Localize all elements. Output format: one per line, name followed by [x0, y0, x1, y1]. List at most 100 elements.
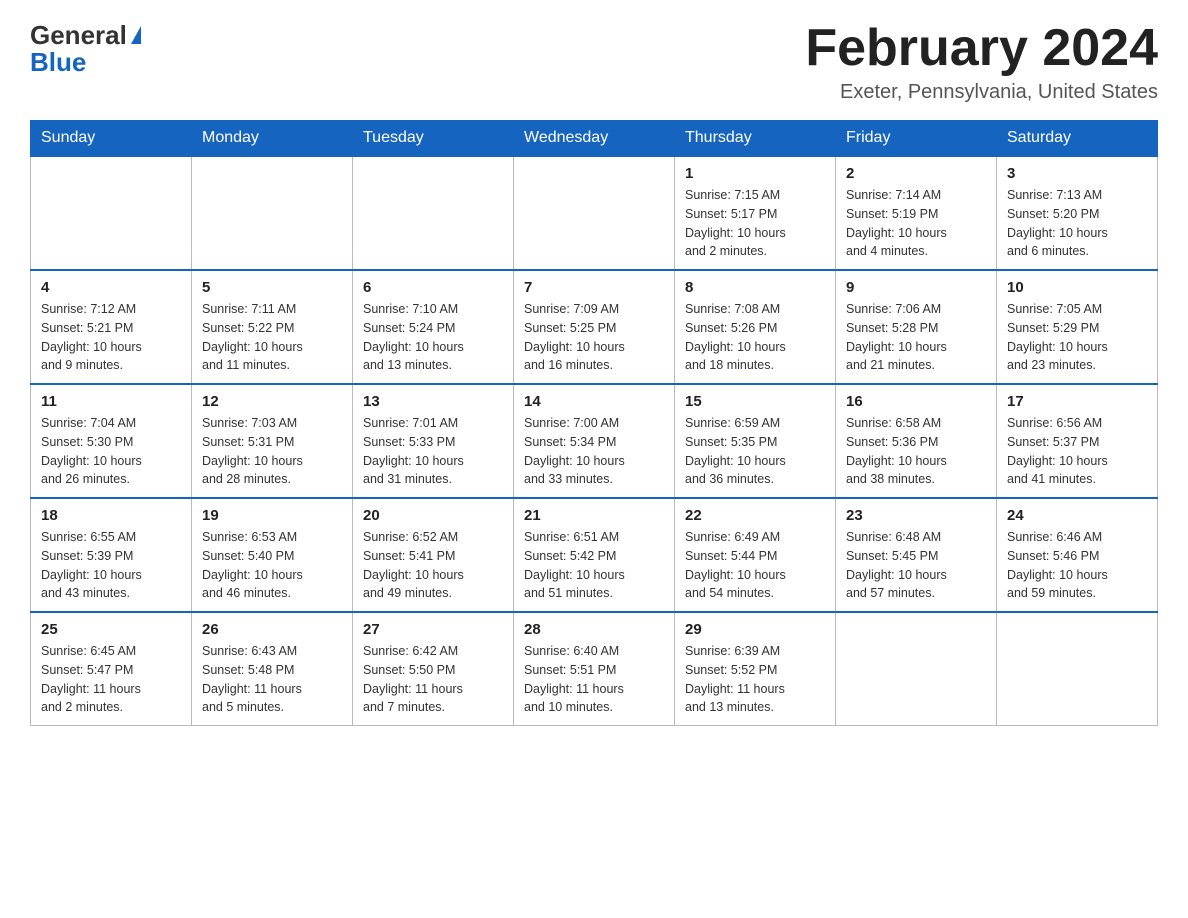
calendar-cell: 8 Sunrise: 7:08 AMSunset: 5:26 PMDaylight… — [675, 270, 836, 384]
calendar-header-row: SundayMondayTuesdayWednesdayThursdayFrid… — [31, 121, 1158, 157]
day-number: 21 — [524, 507, 664, 524]
calendar-cell: 24 Sunrise: 6:46 AMSunset: 5:46 PMDayligh… — [997, 498, 1158, 612]
day-info: Sunrise: 6:46 AMSunset: 5:46 PMDaylight:… — [1007, 528, 1147, 603]
calendar-cell: 6 Sunrise: 7:10 AMSunset: 5:24 PMDaylight… — [353, 270, 514, 384]
calendar-cell: 25 Sunrise: 6:45 AMSunset: 5:47 PMDayligh… — [31, 612, 192, 726]
day-number: 25 — [41, 621, 181, 638]
calendar-cell: 29 Sunrise: 6:39 AMSunset: 5:52 PMDayligh… — [675, 612, 836, 726]
column-header-friday: Friday — [836, 121, 997, 157]
day-info: Sunrise: 6:55 AMSunset: 5:39 PMDaylight:… — [41, 528, 181, 603]
location-subtitle: Exeter, Pennsylvania, United States — [805, 81, 1158, 104]
day-number: 10 — [1007, 279, 1147, 296]
calendar-table: SundayMondayTuesdayWednesdayThursdayFrid… — [30, 120, 1158, 726]
calendar-cell: 21 Sunrise: 6:51 AMSunset: 5:42 PMDayligh… — [514, 498, 675, 612]
day-info: Sunrise: 7:10 AMSunset: 5:24 PMDaylight:… — [363, 300, 503, 375]
calendar-cell: 1 Sunrise: 7:15 AMSunset: 5:17 PMDaylight… — [675, 156, 836, 270]
day-info: Sunrise: 6:42 AMSunset: 5:50 PMDaylight:… — [363, 642, 503, 717]
day-number: 1 — [685, 165, 825, 182]
calendar-cell: 13 Sunrise: 7:01 AMSunset: 5:33 PMDayligh… — [353, 384, 514, 498]
calendar-cell: 20 Sunrise: 6:52 AMSunset: 5:41 PMDayligh… — [353, 498, 514, 612]
day-number: 17 — [1007, 393, 1147, 410]
day-info: Sunrise: 6:43 AMSunset: 5:48 PMDaylight:… — [202, 642, 342, 717]
calendar-cell — [353, 156, 514, 270]
day-info: Sunrise: 7:01 AMSunset: 5:33 PMDaylight:… — [363, 414, 503, 489]
day-number: 20 — [363, 507, 503, 524]
day-info: Sunrise: 6:51 AMSunset: 5:42 PMDaylight:… — [524, 528, 664, 603]
page-header: General Blue February 2024 Exeter, Penns… — [30, 20, 1158, 104]
day-number: 7 — [524, 279, 664, 296]
calendar-cell: 5 Sunrise: 7:11 AMSunset: 5:22 PMDaylight… — [192, 270, 353, 384]
calendar-cell: 18 Sunrise: 6:55 AMSunset: 5:39 PMDayligh… — [31, 498, 192, 612]
day-info: Sunrise: 7:14 AMSunset: 5:19 PMDaylight:… — [846, 186, 986, 261]
day-number: 13 — [363, 393, 503, 410]
calendar-cell: 2 Sunrise: 7:14 AMSunset: 5:19 PMDaylight… — [836, 156, 997, 270]
calendar-cell: 26 Sunrise: 6:43 AMSunset: 5:48 PMDayligh… — [192, 612, 353, 726]
day-info: Sunrise: 6:56 AMSunset: 5:37 PMDaylight:… — [1007, 414, 1147, 489]
day-info: Sunrise: 6:58 AMSunset: 5:36 PMDaylight:… — [846, 414, 986, 489]
day-number: 19 — [202, 507, 342, 524]
day-number: 23 — [846, 507, 986, 524]
day-info: Sunrise: 6:48 AMSunset: 5:45 PMDaylight:… — [846, 528, 986, 603]
week-row-2: 11 Sunrise: 7:04 AMSunset: 5:30 PMDayligh… — [31, 384, 1158, 498]
calendar-cell: 7 Sunrise: 7:09 AMSunset: 5:25 PMDaylight… — [514, 270, 675, 384]
day-number: 14 — [524, 393, 664, 410]
day-info: Sunrise: 7:15 AMSunset: 5:17 PMDaylight:… — [685, 186, 825, 261]
day-number: 12 — [202, 393, 342, 410]
calendar-cell: 15 Sunrise: 6:59 AMSunset: 5:35 PMDayligh… — [675, 384, 836, 498]
day-info: Sunrise: 7:08 AMSunset: 5:26 PMDaylight:… — [685, 300, 825, 375]
week-row-3: 18 Sunrise: 6:55 AMSunset: 5:39 PMDayligh… — [31, 498, 1158, 612]
logo-blue-text: Blue — [30, 47, 86, 78]
day-number: 9 — [846, 279, 986, 296]
logo: General Blue — [30, 20, 141, 78]
calendar-cell: 22Sunrise: 6:49 AMSunset: 5:44 PMDayligh… — [675, 498, 836, 612]
week-row-0: 1 Sunrise: 7:15 AMSunset: 5:17 PMDaylight… — [31, 156, 1158, 270]
day-info: Sunrise: 6:53 AMSunset: 5:40 PMDaylight:… — [202, 528, 342, 603]
calendar-cell — [192, 156, 353, 270]
day-number: 8 — [685, 279, 825, 296]
day-info: Sunrise: 7:06 AMSunset: 5:28 PMDaylight:… — [846, 300, 986, 375]
day-number: 3 — [1007, 165, 1147, 182]
day-number: 11 — [41, 393, 181, 410]
day-info: Sunrise: 7:13 AMSunset: 5:20 PMDaylight:… — [1007, 186, 1147, 261]
day-number: 24 — [1007, 507, 1147, 524]
column-header-thursday: Thursday — [675, 121, 836, 157]
day-number: 15 — [685, 393, 825, 410]
day-info: Sunrise: 7:11 AMSunset: 5:22 PMDaylight:… — [202, 300, 342, 375]
day-info: Sunrise: 6:52 AMSunset: 5:41 PMDaylight:… — [363, 528, 503, 603]
day-info: Sunrise: 6:45 AMSunset: 5:47 PMDaylight:… — [41, 642, 181, 717]
calendar-cell: 17 Sunrise: 6:56 AMSunset: 5:37 PMDayligh… — [997, 384, 1158, 498]
calendar-cell: 9 Sunrise: 7:06 AMSunset: 5:28 PMDaylight… — [836, 270, 997, 384]
day-number: 22 — [685, 507, 825, 524]
calendar-cell: 12Sunrise: 7:03 AMSunset: 5:31 PMDayligh… — [192, 384, 353, 498]
logo-triangle-icon — [131, 26, 141, 44]
day-info: Sunrise: 6:39 AMSunset: 5:52 PMDaylight:… — [685, 642, 825, 717]
calendar-cell — [836, 612, 997, 726]
day-number: 5 — [202, 279, 342, 296]
week-row-4: 25 Sunrise: 6:45 AMSunset: 5:47 PMDayligh… — [31, 612, 1158, 726]
calendar-cell — [514, 156, 675, 270]
day-number: 26 — [202, 621, 342, 638]
day-info: Sunrise: 6:40 AMSunset: 5:51 PMDaylight:… — [524, 642, 664, 717]
day-info: Sunrise: 7:04 AMSunset: 5:30 PMDaylight:… — [41, 414, 181, 489]
day-number: 4 — [41, 279, 181, 296]
calendar-cell: 23 Sunrise: 6:48 AMSunset: 5:45 PMDayligh… — [836, 498, 997, 612]
day-number: 6 — [363, 279, 503, 296]
calendar-cell — [997, 612, 1158, 726]
day-info: Sunrise: 7:09 AMSunset: 5:25 PMDaylight:… — [524, 300, 664, 375]
day-number: 29 — [685, 621, 825, 638]
day-number: 18 — [41, 507, 181, 524]
calendar-cell: 14 Sunrise: 7:00 AMSunset: 5:34 PMDayligh… — [514, 384, 675, 498]
day-number: 28 — [524, 621, 664, 638]
day-number: 2 — [846, 165, 986, 182]
week-row-1: 4 Sunrise: 7:12 AMSunset: 5:21 PMDaylight… — [31, 270, 1158, 384]
column-header-tuesday: Tuesday — [353, 121, 514, 157]
calendar-cell: 11 Sunrise: 7:04 AMSunset: 5:30 PMDayligh… — [31, 384, 192, 498]
calendar-cell: 3 Sunrise: 7:13 AMSunset: 5:20 PMDaylight… — [997, 156, 1158, 270]
calendar-cell — [31, 156, 192, 270]
day-info: Sunrise: 7:00 AMSunset: 5:34 PMDaylight:… — [524, 414, 664, 489]
day-info: Sunrise: 7:12 AMSunset: 5:21 PMDaylight:… — [41, 300, 181, 375]
calendar-cell: 4 Sunrise: 7:12 AMSunset: 5:21 PMDaylight… — [31, 270, 192, 384]
day-number: 27 — [363, 621, 503, 638]
column-header-sunday: Sunday — [31, 121, 192, 157]
day-info: Sunrise: 6:59 AMSunset: 5:35 PMDaylight:… — [685, 414, 825, 489]
